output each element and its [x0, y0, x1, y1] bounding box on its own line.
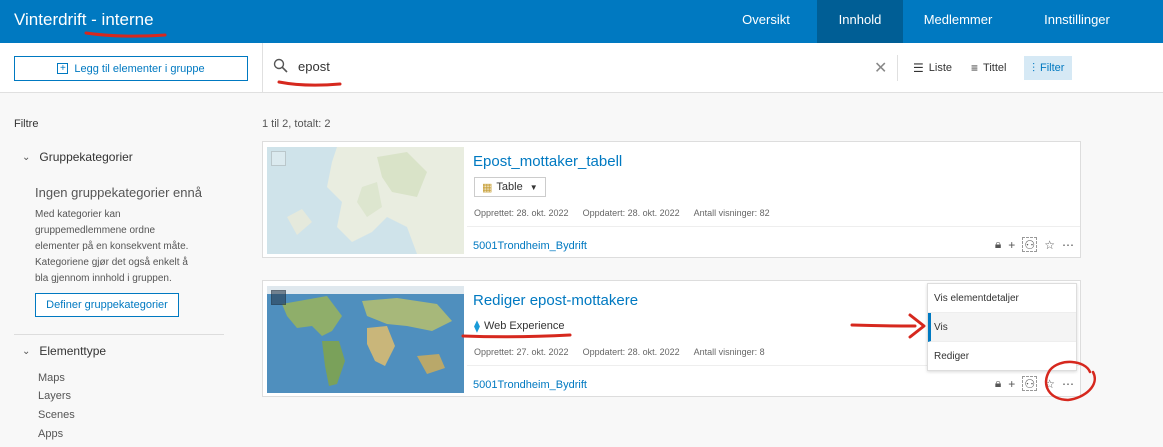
select-checkbox[interactable]: [271, 151, 286, 166]
description-line: bla gjennom innhold i gruppen.: [35, 273, 172, 284]
updated-date: Oppdatert: 28. okt. 2022: [582, 208, 680, 218]
item-owner[interactable]: 5001Trondheim_Bydrift: [473, 240, 587, 252]
type-filter-scenes[interactable]: Scenes: [38, 409, 75, 421]
item-type-label: Web Experience: [483, 320, 565, 332]
menu-item-edit[interactable]: Rediger: [928, 342, 1076, 371]
view-count: Antall visninger: 82: [693, 208, 770, 218]
description-line: Kategoriene gjør det også enkelt å: [35, 257, 188, 268]
nav-tab-innhold[interactable]: Innhold: [817, 0, 903, 43]
item-actions: 🔒︎ + ⚇ ☆ ⋯: [995, 376, 1074, 391]
content-toolbar: + Legg til elementer i gruppe ✕ ☰ Liste …: [0, 43, 1163, 93]
item-type-label: Table: [496, 181, 523, 193]
lock-icon[interactable]: 🔒︎: [995, 376, 1001, 391]
nav-tab-innstillinger[interactable]: Innstillinger: [1013, 0, 1141, 43]
item-type: ⧫ Web Experience: [474, 316, 564, 336]
search-input[interactable]: [298, 59, 798, 74]
favorite-star-icon[interactable]: ☆: [1044, 238, 1055, 252]
list-view-label: Liste: [928, 62, 953, 74]
item-thumbnail[interactable]: [267, 147, 464, 254]
type-filter-layers[interactable]: Layers: [38, 390, 71, 402]
updated-date: Oppdatert: 28. okt. 2022: [582, 347, 680, 357]
description-line: gruppemedlemmene ordne: [35, 225, 156, 236]
sort-title-label: Tittel: [983, 62, 1007, 74]
sort-title-button[interactable]: ≡ Tittel: [971, 56, 1006, 80]
item-actions: 🔒︎ + ⚇ ☆ ⋯: [995, 237, 1074, 252]
item-meta: Opprettet: 27. okt. 2022 Oppdatert: 28. …: [474, 347, 765, 357]
type-filter-apps[interactable]: Apps: [38, 428, 63, 440]
add-items-label: Legg til elementer i gruppe: [74, 62, 205, 75]
item-title[interactable]: Rediger epost-mottakere: [473, 292, 638, 309]
card-divider: [467, 226, 1080, 227]
list-icon: ☰: [913, 61, 924, 75]
add-items-button[interactable]: + Legg til elementer i gruppe: [14, 56, 248, 81]
define-categories-button[interactable]: Definer gruppekategorier: [35, 293, 179, 317]
description-line: elementer på en konsekvent måte.: [35, 241, 189, 252]
search-icon: [273, 58, 288, 73]
nav-tab-oversikt[interactable]: Oversikt: [725, 0, 807, 43]
filter-label: Filter: [1040, 62, 1065, 74]
toolbar-divider: [262, 43, 263, 93]
filter-button[interactable]: ⫶ Filter: [1024, 56, 1073, 80]
sidebar-divider: [14, 334, 224, 335]
more-options-icon[interactable]: ⋯: [1062, 238, 1074, 252]
group-share-icon[interactable]: ⚇: [1022, 376, 1038, 391]
element-type-heading: Elementtype: [39, 344, 107, 358]
group-title[interactable]: Vinterdrift - interne: [14, 10, 154, 30]
element-type-toggle[interactable]: ⌄ Elementtype: [22, 344, 106, 358]
item-card: Epost_mottaker_tabell ▦ Table ▼ Opprette…: [262, 141, 1081, 258]
add-box-icon: +: [57, 63, 69, 74]
top-bar: Vinterdrift - interne Oversikt Innhold M…: [0, 0, 1163, 43]
item-options-menu: Vis elementdetaljer Vis Rediger: [927, 283, 1077, 371]
item-thumbnail[interactable]: [267, 286, 464, 393]
chevron-down-icon: ⌄: [22, 345, 31, 357]
item-owner[interactable]: 5001Trondheim_Bydrift: [473, 379, 587, 391]
item-title[interactable]: Epost_mottaker_tabell: [473, 153, 622, 170]
filter-icon: ⫶: [1032, 60, 1036, 75]
view-count: Antall visninger: 8: [693, 347, 765, 357]
created-date: Opprettet: 28. okt. 2022: [474, 208, 569, 218]
world-map-thumbnail-image: [267, 286, 464, 393]
nav-tab-medlemmer[interactable]: Medlemmer: [903, 0, 1013, 43]
sort-icon: ≡: [971, 61, 979, 75]
web-experience-icon: ⧫: [474, 319, 480, 333]
favorite-star-icon[interactable]: ☆: [1044, 377, 1055, 391]
add-icon[interactable]: +: [1008, 377, 1015, 391]
clear-search-icon[interactable]: ✕: [874, 58, 887, 78]
type-filter-maps[interactable]: Maps: [38, 372, 65, 384]
lock-icon[interactable]: 🔒︎: [995, 237, 1001, 252]
created-date: Opprettet: 27. okt. 2022: [474, 347, 569, 357]
filter-sidebar: Filtre ⌄ Gruppekategorier Ingen gruppeka…: [0, 93, 250, 447]
group-categories-toggle[interactable]: ⌄ Gruppekategorier: [22, 150, 133, 164]
menu-item-view[interactable]: Vis: [928, 313, 1076, 342]
table-icon: ▦: [482, 181, 493, 194]
filters-title: Filtre: [14, 118, 39, 130]
list-view-button[interactable]: ☰ Liste: [913, 56, 952, 80]
caret-down-icon: ▼: [529, 182, 538, 192]
more-options-icon[interactable]: ⋯: [1062, 377, 1074, 391]
map-thumbnail-image: [267, 147, 464, 254]
result-count: 1 til 2, totalt: 2: [262, 118, 331, 130]
group-nav: Oversikt Innhold Medlemmer Innstillinger: [725, 0, 1163, 43]
description-line: Med kategorier kan: [35, 209, 121, 220]
group-categories-heading: Gruppekategorier: [39, 150, 133, 164]
group-share-icon[interactable]: ⚇: [1022, 237, 1038, 252]
menu-item-view-details[interactable]: Vis elementdetaljer: [928, 284, 1076, 313]
item-type-dropdown[interactable]: ▦ Table ▼: [474, 177, 546, 197]
toolbar-divider-2: [897, 55, 898, 81]
item-meta: Opprettet: 28. okt. 2022 Oppdatert: 28. …: [474, 208, 770, 218]
add-icon[interactable]: +: [1008, 238, 1015, 252]
chevron-down-icon: ⌄: [22, 151, 31, 163]
no-categories-title: Ingen gruppekategorier ennå: [35, 185, 202, 200]
select-checkbox[interactable]: [271, 290, 286, 305]
categories-description: Med kategorier kan gruppemedlemmene ordn…: [35, 207, 188, 287]
